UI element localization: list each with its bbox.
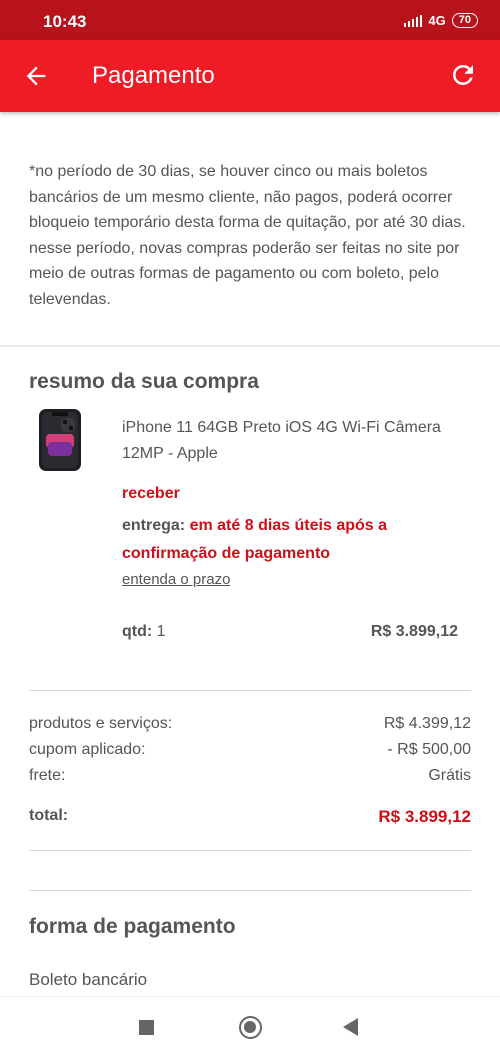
summary-title: resumo da sua compra [29,370,259,393]
products-row: produtos e serviços: R$ 4.399,12 [29,715,471,733]
shipping-row: frete: Grátis [29,767,471,785]
quantity-value: 1 [156,623,166,640]
system-nav-bar [0,996,500,1056]
coupon-value: - R$ 500,00 [387,741,471,758]
receive-label: receber [122,485,180,502]
home-icon[interactable] [239,1016,262,1039]
summary-divider [29,690,471,691]
signal-icon [404,14,423,27]
back-icon[interactable] [343,1018,358,1036]
recent-apps-icon[interactable] [139,1020,154,1035]
shipping-value: Grátis [428,767,471,784]
coupon-row: cupom aplicado: - R$ 500,00 [29,741,471,759]
payment-title: forma de pagamento [29,915,236,938]
product-name[interactable]: iPhone 11 64GB Preto iOS 4G Wi-Fi Câmera… [122,415,452,467]
back-arrow-icon[interactable] [22,62,50,90]
total-value: R$ 3.899,12 [378,807,471,826]
network-type: 4G [428,13,446,28]
product-image[interactable] [36,408,84,472]
delivery-label: entrega: [122,517,186,534]
content-area[interactable]: *no período de 30 dias, se houver cinco … [0,112,500,996]
payment-method[interactable]: Boleto bancário [29,970,147,990]
page-title: Pagamento [92,62,215,89]
boleto-notice: *no período de 30 dias, se houver cinco … [29,163,466,308]
total-label: total: [29,807,69,824]
shipping-label: frete: [29,767,66,784]
total-divider [29,850,471,851]
status-time: 10:43 [43,12,87,31]
products-value: R$ 4.399,12 [383,715,471,732]
quantity: qtd: 1 [122,623,166,641]
payment-divider [29,890,471,891]
status-indicators: 4G 70 [404,13,478,28]
products-label: produtos e serviços: [29,715,173,732]
section-divider [0,345,500,347]
refresh-icon[interactable] [448,60,478,90]
quantity-label: qtd: [122,623,153,640]
app-bar: Pagamento [0,40,500,112]
coupon-label: cupom aplicado: [29,741,146,758]
item-price: R$ 3.899,12 [370,623,458,640]
delivery-info: entrega: em até 8 dias úteis após a conf… [122,512,452,568]
status-bar: 10:43 4G 70 [0,0,500,40]
battery-icon: 70 [451,13,478,28]
total-row: total: R$ 3.899,12 [29,807,471,827]
understand-deadline-link[interactable]: entenda o prazo [122,571,230,588]
